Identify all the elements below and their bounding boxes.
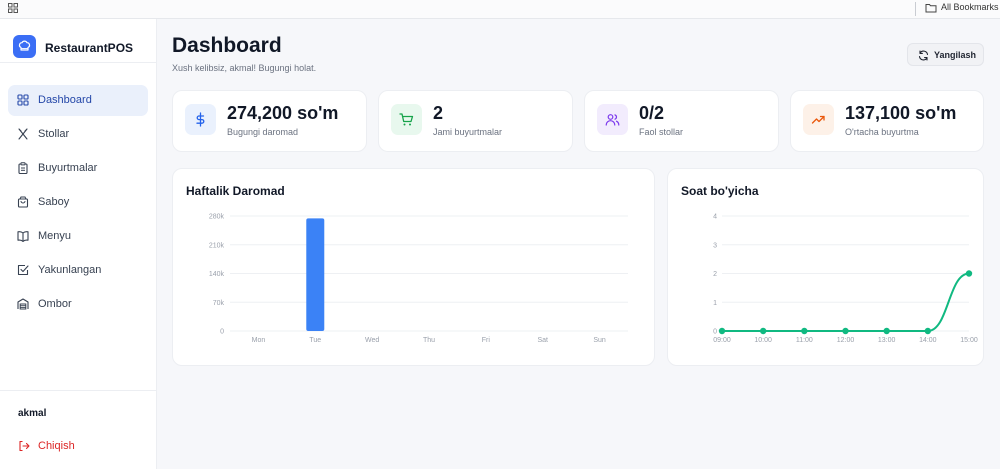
sidebar-item-ombor[interactable]: Ombor xyxy=(8,289,148,320)
x-tick-label: 12:00 xyxy=(837,337,855,344)
x-tick-label: 15:00 xyxy=(960,337,978,344)
x-tick-label: Fri xyxy=(482,337,491,344)
hourly-chart-card: Soat bo'yicha 0 1 2 3 4 09:00 10:00 11:00 12:00 1… xyxy=(667,168,984,366)
data-point xyxy=(801,327,808,335)
x-tick-label: Wed xyxy=(365,337,379,344)
x-tick-label: Sun xyxy=(593,337,606,344)
data-point xyxy=(842,327,849,335)
y-tick-label: 70k xyxy=(213,300,225,307)
stat-icon-box xyxy=(185,104,216,135)
data-point xyxy=(718,327,726,335)
grid-icon xyxy=(17,94,29,106)
x-tick-label: 14:00 xyxy=(919,337,937,344)
y-tick-label: 0 xyxy=(220,329,224,336)
y-tick-label: 140k xyxy=(209,271,225,278)
x-tick-label: Thu xyxy=(423,337,435,344)
sidebar-item-menyu[interactable]: Menyu xyxy=(8,221,148,252)
sidebar-item-saboy[interactable]: Saboy xyxy=(8,187,148,218)
x-tick-label: Mon xyxy=(252,337,266,344)
logout-button[interactable]: Chiqish xyxy=(12,435,112,457)
stat-label: Faol stollar xyxy=(639,127,684,137)
refresh-icon xyxy=(918,50,929,61)
sidebar: RestaurantPOS Dashboard Stollar Buyurtma… xyxy=(0,19,157,469)
x-tick-label: 09:00 xyxy=(713,337,731,344)
y-tick-label: 210k xyxy=(209,242,225,249)
data-point xyxy=(965,270,973,277)
sidebar-item-label: Saboy xyxy=(38,196,70,208)
dollar-icon xyxy=(196,112,205,127)
utensils-icon xyxy=(18,128,28,140)
sidebar-item-label: Stollar xyxy=(38,128,70,140)
weekly-revenue-chart: 0 70k 140k 210k 280k Mon Tue Wed Thu Fri Sat Sun xyxy=(209,214,628,344)
sidebar-divider xyxy=(0,62,157,63)
bookmarks-separator xyxy=(915,2,916,16)
sidebar-item-yakunlangan[interactable]: Yakunlangan xyxy=(8,255,148,286)
hourly-chart: 0 1 2 3 4 09:00 10:00 11:00 12:00 13:00 14:00 15:00 xyxy=(713,214,978,345)
stat-card-revenue: 274,200 so'm Bugungi daromad xyxy=(172,90,367,152)
stat-card-tables: 0/2 Faol stollar xyxy=(584,90,779,152)
stat-icon-box xyxy=(391,104,422,135)
data-point xyxy=(759,327,767,335)
sidebar-item-label: Buyurtmalar xyxy=(38,162,98,174)
x-tick-label: 10:00 xyxy=(754,337,772,344)
data-point xyxy=(924,327,932,335)
stat-value: 0/2 xyxy=(639,103,665,123)
x-tick-label: 13:00 xyxy=(878,337,896,344)
sidebar-item-buyurtmalar[interactable]: Buyurtmalar xyxy=(8,153,148,184)
cart-icon xyxy=(399,113,414,126)
stat-card-average: 137,100 so'm O'rtacha buyurtma xyxy=(790,90,984,152)
x-tick-label: Sat xyxy=(537,337,548,344)
log-out-icon xyxy=(19,440,30,452)
stat-value: 274,200 so'm xyxy=(227,103,339,123)
sidebar-item-dashboard[interactable]: Dashboard xyxy=(8,85,148,116)
chef-hat-icon xyxy=(18,40,31,51)
bar xyxy=(306,218,325,331)
sidebar-item-label: Yakunlangan xyxy=(38,264,102,276)
user-name: akmal xyxy=(18,408,47,419)
folder-icon[interactable] xyxy=(925,2,937,14)
stat-value: 2 xyxy=(433,103,444,123)
weekly-revenue-card: Haftalik Daromad 0 70k 140k 210k 280k Mon Tue W… xyxy=(172,168,655,366)
sidebar-item-label: Menyu xyxy=(38,230,72,242)
apps-grid-icon[interactable] xyxy=(8,3,18,13)
stat-icon-box xyxy=(803,104,834,135)
y-tick-label: 0 xyxy=(713,329,717,336)
warehouse-icon xyxy=(17,298,29,310)
clipboard-icon xyxy=(18,162,28,174)
stat-label: O'rtacha buyurtma xyxy=(845,127,919,137)
trending-up-icon xyxy=(811,115,825,124)
sidebar-item-label: Dashboard xyxy=(38,94,92,106)
bookmarks-bar: All Bookmarks xyxy=(0,0,1000,19)
y-tick-label: 280k xyxy=(209,214,225,221)
stat-value: 137,100 so'm xyxy=(845,103,957,123)
page-title: Dashboard xyxy=(172,34,282,57)
brand-name: RestaurantPOS xyxy=(45,41,134,55)
y-tick-label: 1 xyxy=(713,300,717,307)
stat-label: Jami buyurtmalar xyxy=(433,127,503,137)
refresh-label: Yangilash xyxy=(934,50,977,60)
sidebar-divider xyxy=(0,390,157,391)
bag-icon xyxy=(17,196,29,208)
all-bookmarks-link[interactable]: All Bookmarks xyxy=(941,2,999,12)
logo xyxy=(13,35,36,58)
check-square-icon xyxy=(17,264,29,276)
logout-label: Chiqish xyxy=(38,440,75,452)
refresh-button[interactable]: Yangilash xyxy=(907,43,984,66)
stat-label: Bugungi daromad xyxy=(227,127,299,137)
sidebar-item-label: Ombor xyxy=(38,298,72,310)
sidebar-item-stollar[interactable]: Stollar xyxy=(8,119,148,150)
book-icon xyxy=(17,231,29,242)
page-subtitle: Xush kelibsiz, akmal! Bugungi holat. xyxy=(172,63,317,73)
users-icon xyxy=(605,114,620,126)
x-tick-label: Tue xyxy=(309,337,321,344)
y-tick-label: 3 xyxy=(713,242,717,249)
stat-icon-box xyxy=(597,104,628,135)
y-tick-label: 4 xyxy=(713,214,717,221)
data-point xyxy=(883,327,890,335)
stat-card-orders: 2 Jami buyurtmalar xyxy=(378,90,573,152)
y-tick-label: 2 xyxy=(713,271,717,278)
x-tick-label: 11:00 xyxy=(796,337,813,344)
